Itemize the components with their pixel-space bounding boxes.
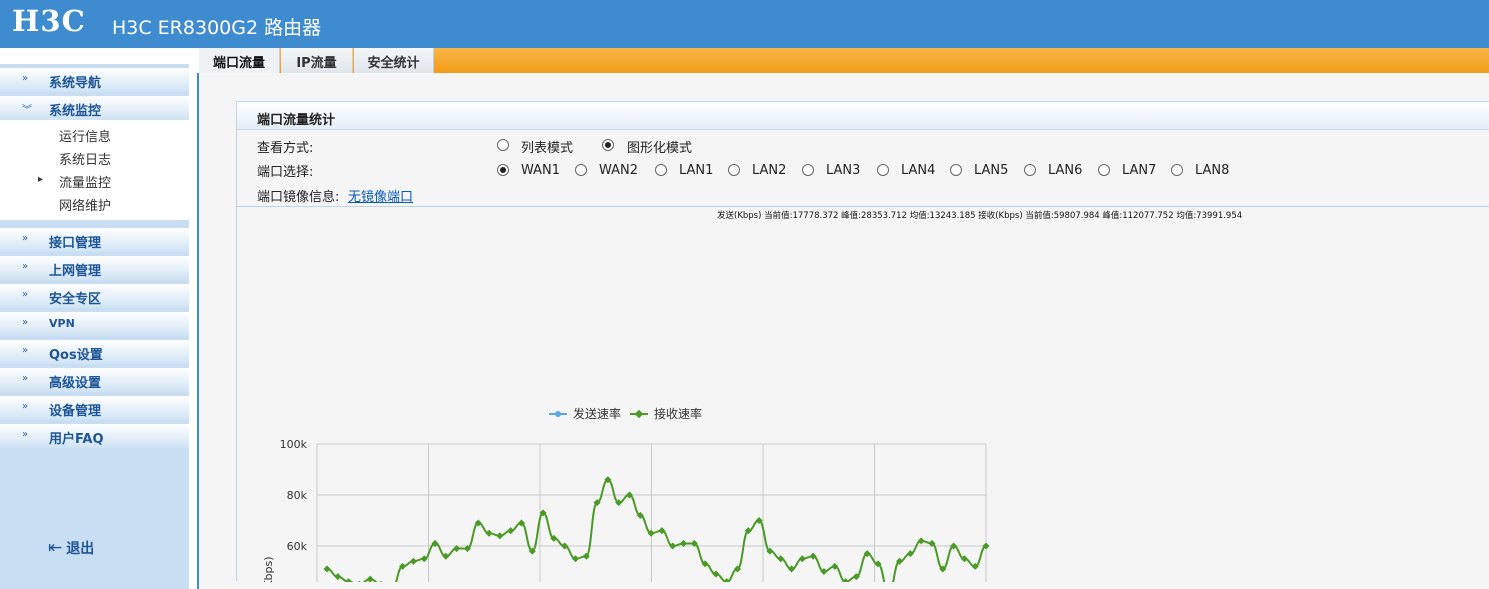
app-header: H3C H3C ER8300G2 路由器 <box>0 0 1489 48</box>
y-tick-label: 60k <box>287 540 308 553</box>
receive-rate-point <box>507 527 515 535</box>
receive-rate-point <box>798 555 806 563</box>
receive-rate-point <box>712 570 720 578</box>
submenu-item-network-maintenance[interactable]: 网络维护 <box>59 195 111 214</box>
port-label-lan6: LAN6 <box>1048 163 1083 178</box>
sidebar-item-interface[interactable]: » 接口管理 <box>0 228 189 252</box>
double-chevron-right-icon: » <box>22 73 29 84</box>
double-chevron-right-icon: » <box>22 429 29 440</box>
tab-bar: 端口流量 IP流量 安全统计 <box>199 48 1489 73</box>
tab-security-stats[interactable]: 安全统计 <box>354 48 434 73</box>
legend-receive-marker <box>634 409 644 419</box>
radio-port-lan3[interactable] <box>802 164 814 176</box>
sidebar-item-vpn[interactable]: » VPN <box>0 312 189 336</box>
app-title: H3C ER8300G2 路由器 <box>112 17 322 39</box>
mirror-info-link[interactable]: 无镜像端口 <box>348 186 413 205</box>
panel-title: 端口流量统计 <box>237 102 1489 130</box>
y-axis-label: (Kbps) <box>262 557 275 583</box>
double-chevron-right-icon: » <box>22 289 29 300</box>
sidebar-item-system-monitor[interactable]: ︾ 系统监控 <box>0 96 189 120</box>
submenu-item-system-log[interactable]: 系统日志 <box>59 149 111 168</box>
double-chevron-right-icon: » <box>22 233 29 244</box>
chart-stats-text: 发送(Kbps) 当前值:17778.372 峰值:28353.712 均值:1… <box>717 210 1242 221</box>
receive-rate-point <box>355 580 363 582</box>
radio-port-lan7[interactable] <box>1098 164 1110 176</box>
port-label-lan5: LAN5 <box>974 163 1009 178</box>
double-chevron-right-icon: » <box>22 373 29 384</box>
legend-send-label: 发送速率 <box>573 406 621 421</box>
traffic-chart: 发送(Kbps) 当前值:17778.372 峰值:28353.712 均值:1… <box>237 206 1489 583</box>
port-label-lan7: LAN7 <box>1122 163 1157 178</box>
receive-rate-point <box>334 573 342 581</box>
double-chevron-down-icon: ︾ <box>22 105 32 116</box>
receive-rate-point <box>323 565 331 573</box>
sidebar: » 系统导航 ︾ 系统监控 运行信息 系统日志 ▸ 流量监控 网络维护 » 接口… <box>0 48 189 589</box>
radio-port-wan1[interactable] <box>497 164 509 176</box>
port-label-lan1: LAN1 <box>679 163 714 178</box>
port-label-lan3: LAN3 <box>826 163 861 178</box>
receive-rate-point <box>485 529 493 537</box>
sidebar-item-security[interactable]: » 安全专区 <box>0 284 189 308</box>
view-mode-label: 查看方式: <box>257 141 314 156</box>
port-traffic-panel: 端口流量统计 查看方式: 列表模式 图形化模式 端口选择: WAN1 WAN2 LA… <box>236 101 1489 583</box>
double-chevron-right-icon: » <box>22 261 29 272</box>
sidebar-item-advanced[interactable]: » 高级设置 <box>0 368 189 392</box>
port-label-lan4: LAN4 <box>901 163 936 178</box>
submenu-item-traffic-monitor[interactable]: 流量监控 <box>59 172 111 191</box>
mirror-info-label: 端口镜像信息: <box>257 190 340 205</box>
radio-port-lan6[interactable] <box>1024 164 1036 176</box>
y-tick-label: 80k <box>287 489 308 502</box>
port-label-lan8: LAN8 <box>1195 163 1230 178</box>
radio-port-lan1[interactable] <box>655 164 667 176</box>
double-chevron-right-icon: » <box>22 401 29 412</box>
double-chevron-right-icon: » <box>22 317 29 328</box>
radio-port-lan2[interactable] <box>728 164 740 176</box>
legend-receive-label: 接收速率 <box>654 406 702 421</box>
monitor-submenu: 运行信息 系统日志 ▸ 流量监控 网络维护 <box>0 120 189 220</box>
receive-rate-point <box>366 575 374 582</box>
port-label-lan2: LAN2 <box>752 163 787 178</box>
traffic-chart-svg: 发送(Kbps) 当前值:17778.372 峰值:28353.712 均值:1… <box>262 210 1242 583</box>
port-label-wan1: WAN1 <box>521 163 561 178</box>
y-tick-label: 100k <box>280 438 308 451</box>
h3c-logo: H3C <box>12 4 86 38</box>
radio-port-wan2[interactable] <box>575 164 587 176</box>
submenu-item-run-info[interactable]: 运行信息 <box>59 126 111 145</box>
current-item-arrow-icon: ▸ <box>38 174 44 185</box>
tab-ip-traffic[interactable]: IP流量 <box>281 48 353 73</box>
legend-send-marker <box>555 411 561 417</box>
tab-port-traffic[interactable]: 端口流量 <box>199 48 280 73</box>
receive-rate-point <box>777 555 785 563</box>
radio-list-mode[interactable] <box>497 139 509 151</box>
sidebar-item-internet[interactable]: » 上网管理 <box>0 256 189 280</box>
main-content: 端口流量统计 查看方式: 列表模式 图形化模式 端口选择: WAN1 WAN2 LA… <box>197 73 1489 589</box>
port-select-label: 端口选择: <box>257 165 314 180</box>
sidebar-item-qos[interactable]: » Qos设置 <box>0 340 189 364</box>
receive-rate-point <box>409 557 417 565</box>
port-label-wan2: WAN2 <box>599 163 639 178</box>
sidebar-item-system-nav[interactable]: » 系统导航 <box>0 68 189 92</box>
sidebar-item-faq[interactable]: » 用户FAQ <box>0 424 189 448</box>
logout-button[interactable]: ⇤ 退出 <box>48 538 94 558</box>
radio-graph-mode[interactable] <box>602 139 614 151</box>
sidebar-item-device[interactable]: » 设备管理 <box>0 396 189 420</box>
receive-rate-point <box>377 580 385 582</box>
radio-port-lan5[interactable] <box>950 164 962 176</box>
radio-port-lan8[interactable] <box>1171 164 1183 176</box>
graph-mode-label: 图形化模式 <box>627 141 693 156</box>
list-mode-label: 列表模式 <box>521 141 574 156</box>
receive-rate-point <box>496 532 504 540</box>
radio-port-lan4[interactable] <box>877 164 889 176</box>
double-chevron-right-icon: » <box>22 345 29 356</box>
logout-icon: ⇤ <box>48 538 63 558</box>
receive-rate-point <box>788 565 796 573</box>
